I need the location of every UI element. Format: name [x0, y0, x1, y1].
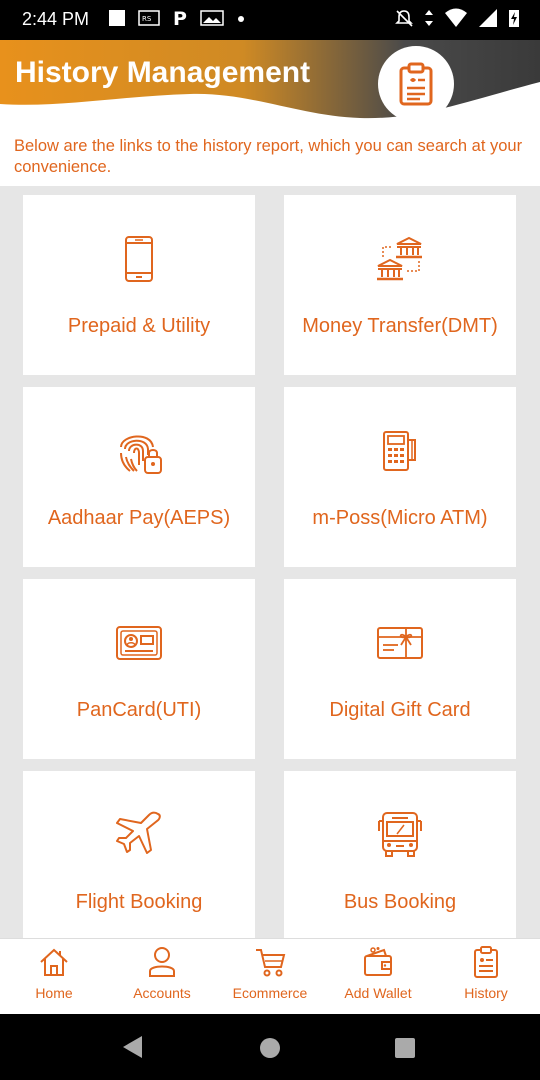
- recents-icon[interactable]: [393, 1036, 417, 1060]
- data-arrows-icon: [425, 10, 433, 26]
- tile-aadhaar-pay[interactable]: Aadhaar Pay(AEPS): [23, 387, 255, 567]
- tile-flight-booking[interactable]: Flight Booking: [23, 771, 255, 938]
- tile-label: PanCard(UTI): [76, 699, 202, 721]
- nav-label: Accounts: [133, 985, 191, 1001]
- gallery-icon: [200, 10, 224, 26]
- nav-ecommerce[interactable]: Ecommerce: [216, 939, 324, 1015]
- tile-label: Digital Gift Card: [329, 699, 471, 721]
- nav-label: History: [464, 985, 508, 1001]
- user-icon: [149, 947, 175, 977]
- tile-label: Flight Booking: [75, 891, 203, 913]
- tile-digital-gift-card[interactable]: Digital Gift Card: [284, 579, 516, 759]
- airplane-icon: [116, 811, 161, 854]
- bus-icon: [378, 812, 422, 857]
- nav-label: Home: [35, 985, 73, 1001]
- tile-bus-booking[interactable]: Bus Booking: [284, 771, 516, 938]
- nav-label: Ecommerce: [232, 985, 308, 1001]
- fingerprint-icon: [120, 435, 162, 474]
- home-circle-icon[interactable]: [258, 1036, 282, 1060]
- status-right-icons: [394, 8, 520, 28]
- pos-machine-icon: [383, 431, 416, 471]
- nav-home[interactable]: Home: [0, 939, 108, 1015]
- cart-icon: [256, 949, 286, 977]
- header-badge: [378, 46, 454, 122]
- history-grid: Prepaid & Utility Money Transfer(DMT) Aa…: [0, 186, 540, 938]
- tile-prepaid-utility[interactable]: Prepaid & Utility: [23, 195, 255, 375]
- intro-text: Below are the links to the history repor…: [0, 128, 540, 186]
- page-title: History Management: [15, 56, 311, 89]
- svg-text:RS: RS: [142, 15, 152, 23]
- bottom-nav: Home Accounts Ecommerce Add Wallet Histo…: [0, 938, 540, 1014]
- app-notification-icon: RS: [138, 10, 160, 26]
- page-header: History Management: [0, 40, 540, 128]
- gift-card-icon: [377, 627, 423, 659]
- status-time: 2:44 PM: [22, 9, 90, 29]
- dot-icon: [238, 16, 244, 22]
- mute-icon: [395, 10, 413, 27]
- back-icon[interactable]: [120, 1034, 146, 1060]
- tile-label: Aadhaar Pay(AEPS): [47, 507, 231, 529]
- wifi-icon: [445, 8, 467, 27]
- tile-mposs[interactable]: m-Poss(Micro ATM): [284, 387, 516, 567]
- tile-label: Prepaid & Utility: [67, 315, 211, 337]
- tile-pancard[interactable]: PanCard(UTI): [23, 579, 255, 759]
- tile-label: Bus Booking: [343, 891, 457, 913]
- mobile-phone-icon: [125, 236, 153, 282]
- clipboard-history-icon: [399, 62, 433, 106]
- nav-history[interactable]: History: [432, 939, 540, 1015]
- nav-accounts[interactable]: Accounts: [108, 939, 216, 1015]
- status-bar: 2:44 PM RS P: [0, 0, 540, 40]
- id-card-icon: [116, 626, 162, 660]
- notification-square-icon: [109, 10, 125, 26]
- tile-label: Money Transfer(DMT): [302, 315, 498, 337]
- home-icon: [40, 948, 68, 976]
- status-left-icons: RS P: [108, 8, 246, 28]
- bank-transfer-icon: [377, 236, 422, 281]
- nav-label: Add Wallet: [344, 985, 412, 1001]
- signal-icon: [479, 9, 497, 27]
- system-nav-bar: [0, 1014, 540, 1080]
- tile-label: m-Poss(Micro ATM): [312, 507, 488, 529]
- tile-money-transfer[interactable]: Money Transfer(DMT): [284, 195, 516, 375]
- wallet-icon: [364, 947, 392, 976]
- battery-charging-icon: [509, 10, 519, 27]
- paytm-p-icon: P: [173, 8, 187, 28]
- history-clipboard-icon: [474, 946, 498, 978]
- nav-add-wallet[interactable]: Add Wallet: [324, 939, 432, 1015]
- svg-text:P: P: [173, 8, 187, 28]
